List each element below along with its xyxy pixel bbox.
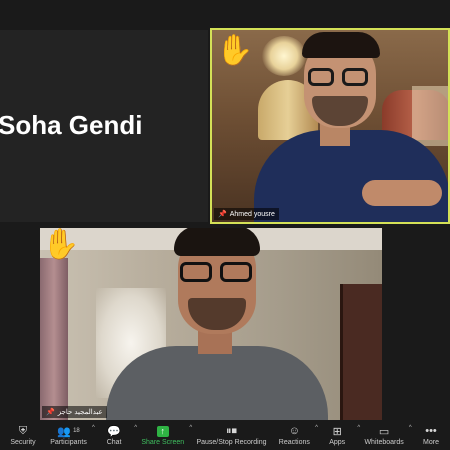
participant-name-large: Soha Gendi	[0, 110, 143, 140]
participant-tile-abd[interactable]: ✋ 📌 عبدالمجيد حاجز	[40, 228, 382, 420]
security-button[interactable]: ⛨ Security	[8, 424, 38, 447]
participant-name-tag: 📌 Ahmed yousre	[214, 208, 279, 220]
glasses-left	[180, 262, 212, 282]
glasses-left	[308, 68, 334, 86]
raised-hand-icon: ✋	[216, 34, 254, 67]
participants-count: 18	[73, 428, 80, 434]
reactions-icon: ☺	[288, 425, 300, 437]
glasses-right	[342, 68, 368, 86]
chat-bubble-icon: 💬	[107, 425, 121, 438]
more-label: More	[423, 439, 439, 446]
reactions-label: Reactions	[278, 439, 310, 446]
pin-icon: 📌	[218, 211, 227, 218]
person-hair	[302, 32, 380, 58]
participant-tile-ahmed[interactable]: ✋ 📌 Ahmed yousre	[210, 28, 450, 224]
participant-name: Ahmed yousre	[229, 210, 275, 218]
more-button[interactable]: ••• More	[416, 425, 446, 446]
participants-button[interactable]: 👥 18 Participants ^	[50, 425, 95, 446]
more-dots-icon: •••	[425, 425, 437, 437]
raised-hand-icon: ✋	[42, 228, 80, 261]
person-body	[254, 130, 448, 222]
apps-label: Apps	[329, 439, 346, 446]
share-screen-button[interactable]: ↑ Share Screen ^	[141, 425, 192, 446]
share-screen-label: Share Screen	[141, 439, 185, 446]
share-arrow-icon: ↑	[156, 425, 169, 437]
door	[340, 284, 382, 420]
chevron-up-icon[interactable]: ^	[409, 425, 412, 431]
curtain	[40, 258, 68, 420]
person-arms	[362, 180, 442, 206]
participants-label: Participants	[50, 439, 87, 446]
shield-icon: ⛨	[18, 424, 28, 437]
reactions-button[interactable]: ☺ Reactions ^	[278, 425, 318, 446]
participant-name: عبدالمجيد حاجز	[57, 409, 103, 416]
participant-name-tag: 📌 عبدالمجيد حاجز	[42, 406, 107, 418]
whiteboard-icon: ▭	[378, 425, 390, 438]
glasses-right	[220, 262, 252, 282]
recording-button[interactable]: ⏸⏹ Pause/Stop Recording	[196, 424, 267, 447]
chevron-up-icon[interactable]: ^	[357, 425, 360, 431]
chandelier	[262, 36, 306, 76]
meeting-toolbar: ⛨ Security 👥 18 Participants ^ 💬 Chat ^ ↑…	[0, 422, 450, 450]
apps-icon: ⊞	[332, 425, 342, 438]
recording-label: Pause/Stop Recording	[196, 439, 267, 446]
whiteboards-label: Whiteboards	[364, 439, 404, 446]
video-gallery: Soha Gendi ✋ 📌 Ahmed yousre ✋ 📌 عبدالمجي…	[0, 0, 450, 422]
chat-label: Chat	[106, 439, 122, 446]
whiteboards-button[interactable]: ▭ Whiteboards ^	[364, 425, 411, 446]
apps-button[interactable]: ⊞ Apps ^	[322, 425, 360, 446]
chevron-up-icon[interactable]: ^	[189, 425, 192, 431]
chevron-up-icon[interactable]: ^	[315, 425, 318, 431]
pin-icon: 📌	[46, 409, 55, 416]
chevron-up-icon[interactable]: ^	[134, 425, 137, 431]
wall-light	[412, 86, 448, 146]
chevron-up-icon[interactable]: ^	[92, 425, 95, 431]
security-label: Security	[10, 439, 36, 446]
participants-icon: 👥 18	[57, 425, 80, 438]
chat-button[interactable]: 💬 Chat ^	[99, 425, 137, 446]
person-hair	[174, 228, 260, 256]
participant-tile-soha[interactable]: Soha Gendi	[0, 30, 208, 222]
person-body	[106, 346, 328, 420]
pause-stop-icon: ⏸⏹	[225, 424, 237, 437]
